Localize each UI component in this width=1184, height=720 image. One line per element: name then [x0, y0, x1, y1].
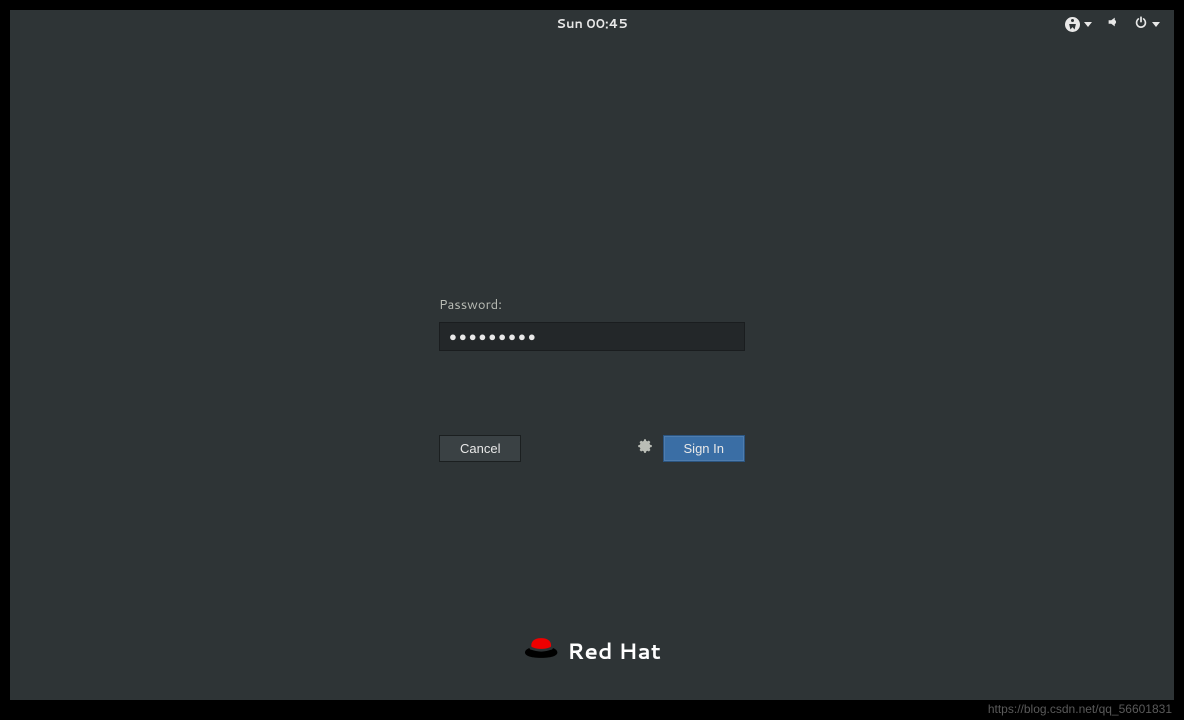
watermark: https://blog.csdn.net/qq_56601831 [988, 702, 1172, 716]
power-icon [1134, 15, 1148, 34]
power-menu[interactable] [1134, 15, 1160, 34]
gear-icon[interactable] [637, 437, 653, 460]
cancel-button[interactable]: Cancel [439, 435, 521, 462]
accessibility-icon [1065, 17, 1080, 32]
button-row: Cancel Sign In [439, 435, 745, 462]
signin-group: Sign In [637, 435, 745, 462]
top-panel: Sun 00:45 [10, 10, 1174, 38]
accessibility-menu[interactable] [1065, 17, 1092, 32]
sign-in-button[interactable]: Sign In [663, 435, 745, 462]
login-box: Password: Cancel Sign In [439, 296, 745, 462]
password-label: Password: [439, 296, 745, 314]
login-area: Password: Cancel Sign In Red Hat [10, 38, 1174, 700]
chevron-down-icon [1152, 22, 1160, 27]
status-area [1065, 15, 1160, 34]
lock-screen: Sun 00:45 Password: Cancel [10, 10, 1174, 700]
brand-logo: Red Hat [523, 634, 661, 668]
volume-icon[interactable] [1106, 15, 1120, 34]
clock[interactable]: Sun 00:45 [556, 15, 627, 33]
brand-text: Red Hat [567, 636, 661, 667]
password-input[interactable] [439, 322, 745, 351]
redhat-icon [523, 634, 559, 668]
chevron-down-icon [1084, 22, 1092, 27]
